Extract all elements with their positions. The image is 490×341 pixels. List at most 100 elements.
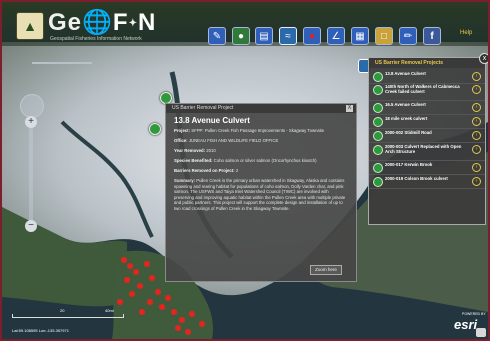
- zoom-here-button[interactable]: Zoom here: [310, 265, 342, 275]
- barriers-label: Barriers Removed on Project:: [174, 168, 235, 173]
- fish-icon: [373, 103, 383, 113]
- barriers-line: Barriers Removed on Project: 2: [174, 168, 348, 174]
- esri-logo: esri: [454, 317, 478, 332]
- pan-wheel[interactable]: [20, 94, 44, 118]
- fish-icon: [373, 72, 383, 82]
- popup-titlebar[interactable]: US Barrier Removal Project: [166, 104, 356, 113]
- barrier-dot[interactable]: [144, 261, 150, 267]
- barrier-dot[interactable]: [159, 304, 165, 310]
- barrier-dot[interactable]: [124, 277, 130, 283]
- project-marker[interactable]: [149, 123, 161, 135]
- book-icon: ▤: [259, 30, 269, 42]
- species-label: Species Benefited:: [174, 158, 213, 163]
- fish-icon: [373, 117, 383, 127]
- project-line: Project: SFPP: Pullen Creek Fish Passage…: [174, 128, 348, 134]
- red-dot-icon: ●: [308, 30, 316, 42]
- project-list-label: 2000-017 Kerwin Brook: [385, 162, 433, 167]
- barrier-dot[interactable]: [165, 295, 171, 301]
- edit-icon: ✏: [403, 30, 413, 42]
- chevron-right-icon[interactable]: ›: [472, 103, 481, 112]
- barrier-dot[interactable]: [139, 309, 145, 315]
- project-list-label: 2000-019 Colson Brook culvert: [385, 176, 448, 181]
- print-button[interactable]: ▦: [351, 27, 369, 45]
- office-label: Office:: [174, 138, 188, 143]
- barrier-dot[interactable]: [147, 299, 153, 305]
- scale-label: 20: [60, 308, 65, 313]
- project-list-item[interactable]: 13.8 Avenue Culvert ›: [369, 70, 485, 84]
- popup-close-button[interactable]: X: [346, 105, 353, 112]
- summary-label: Summary:: [174, 178, 196, 183]
- resize-grip-icon[interactable]: [476, 328, 486, 337]
- brand-title: Ge🌐F✦N: [48, 8, 156, 37]
- barrier-dot[interactable]: [133, 269, 139, 275]
- project-list-label: 18 mile creek culvert: [385, 116, 428, 121]
- barrier-dot[interactable]: [127, 263, 133, 269]
- barrier-layer-button[interactable]: ●: [303, 27, 321, 45]
- scale-slider[interactable]: [32, 62, 92, 64]
- year-line: Year Removed: 2010: [174, 148, 348, 154]
- help-link[interactable]: Help: [460, 30, 472, 36]
- draw-tool-button[interactable]: ✎: [208, 27, 226, 45]
- folder-button[interactable]: □: [375, 27, 393, 45]
- brand-suffix: F: [112, 9, 129, 36]
- office-line: Office: JUNEAU FISH AND WILDLIFE FIELD O…: [174, 138, 348, 144]
- project-list-item[interactable]: 16.5 Avenue Culvert ›: [369, 101, 485, 115]
- app-frame: ▲ Ge🌐F✦N Geospatial Fisheries Informatio…: [0, 0, 490, 341]
- app-header: ▲ Ge🌐F✦N Geospatial Fisheries Informatio…: [2, 2, 488, 46]
- project-list-item[interactable]: 2000-017 Kerwin Brook ›: [369, 161, 485, 175]
- brand-prefix: Ge: [48, 9, 83, 36]
- measure-button[interactable]: ∠: [327, 27, 345, 45]
- chevron-right-icon[interactable]: ›: [472, 72, 481, 81]
- fish-icon: [373, 131, 383, 141]
- summary-text: Summary: Pullen Creek is the primary urb…: [174, 178, 348, 212]
- chevron-right-icon[interactable]: ›: [472, 131, 481, 140]
- barrier-dot[interactable]: [117, 299, 123, 305]
- project-list-item[interactable]: 2000-019 Colson Brook culvert ›: [369, 175, 485, 189]
- scale-bar: [12, 314, 124, 318]
- layers-button[interactable]: ▤: [255, 27, 273, 45]
- species-value: Coho salmon or silver salmon (Oncorhynch…: [213, 158, 317, 163]
- fish-icon: [373, 145, 383, 155]
- basemap-button[interactable]: ●: [232, 27, 250, 45]
- chevron-right-icon[interactable]: ›: [472, 163, 481, 172]
- barrier-dot[interactable]: [189, 311, 195, 317]
- barrier-dot[interactable]: [175, 325, 181, 331]
- brand-end: N: [137, 9, 157, 36]
- barrier-dot[interactable]: [149, 275, 155, 281]
- barrier-dot[interactable]: [179, 317, 185, 323]
- summary-value: Pullen Creek is the primary urban waters…: [174, 178, 346, 211]
- project-list-item[interactable]: 18 mile creek culvert ›: [369, 115, 485, 129]
- barrier-dot[interactable]: [137, 283, 143, 289]
- chevron-right-icon[interactable]: ›: [472, 177, 481, 186]
- barrier-dot[interactable]: [155, 289, 161, 295]
- zoom-slider[interactable]: [29, 122, 33, 222]
- barrier-dot[interactable]: [171, 309, 177, 315]
- printer-icon: ▦: [355, 30, 365, 42]
- projects-panel-close-button[interactable]: x: [479, 53, 488, 64]
- zoom-in-button[interactable]: +: [25, 116, 37, 128]
- fish-icon: [373, 85, 383, 95]
- barrier-dot[interactable]: [129, 291, 135, 297]
- project-list-label: 13.8 Avenue Culvert: [385, 71, 426, 76]
- zoom-out-button[interactable]: −: [25, 220, 37, 232]
- barrier-dot[interactable]: [199, 321, 205, 327]
- fish-icon: [373, 177, 383, 187]
- chevron-right-icon[interactable]: ›: [472, 85, 481, 94]
- project-list-item[interactable]: 2000-002 Stidmill Road ›: [369, 129, 485, 143]
- edit-button[interactable]: ✏: [399, 27, 417, 45]
- project-popup: US Barrier Removal Project X 13.8 Avenue…: [165, 103, 357, 282]
- popup-body: 13.8 Avenue Culvert Project: SFPP: Pulle…: [174, 116, 348, 212]
- project-label: Project:: [174, 128, 190, 133]
- brand-tagline: Geospatial Fisheries Information Network: [50, 36, 142, 42]
- barrier-dot[interactable]: [185, 329, 191, 335]
- project-list-item[interactable]: 2000-003 Culvert Replaced with Open Arch…: [369, 143, 485, 161]
- facebook-button[interactable]: f: [423, 27, 441, 45]
- chevron-right-icon[interactable]: ›: [472, 145, 481, 154]
- barrier-dot[interactable]: [121, 257, 127, 263]
- project-list-item[interactable]: 140th North of Walkers of Cabmecca Creek…: [369, 83, 485, 101]
- chevron-right-icon[interactable]: ›: [472, 117, 481, 126]
- pencil-icon: ✎: [212, 30, 222, 42]
- facebook-icon: f: [430, 30, 434, 42]
- year-value: 2010: [206, 148, 216, 153]
- fish-layer-button[interactable]: ≈: [279, 27, 297, 45]
